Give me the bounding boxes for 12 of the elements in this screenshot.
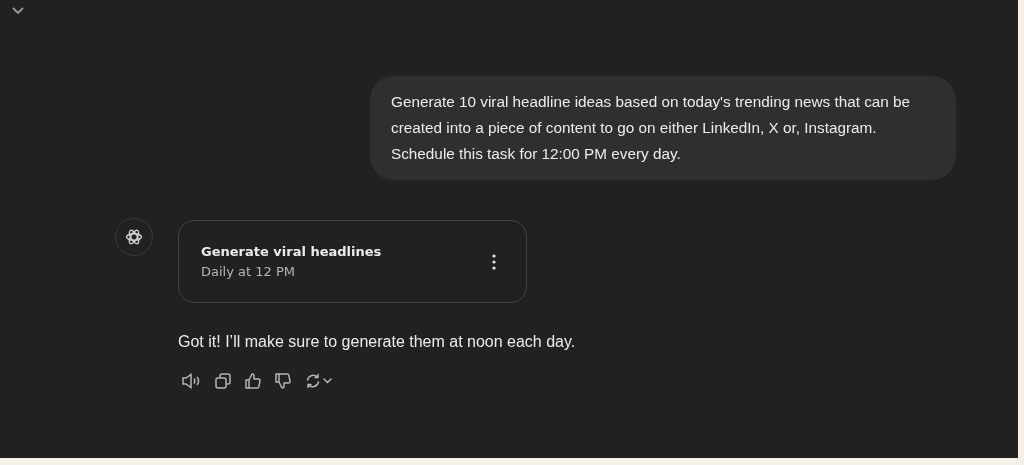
speaker-icon[interactable]	[181, 373, 201, 389]
more-options-icon[interactable]	[492, 253, 496, 270]
task-title: Generate viral headlines	[201, 244, 382, 259]
task-card[interactable]: Generate viral headlines Daily at 12 PM	[178, 220, 527, 303]
task-schedule: Daily at 12 PM	[201, 264, 296, 279]
regenerate-icon[interactable]	[305, 373, 333, 389]
thumbs-down-icon[interactable]	[275, 373, 291, 389]
chevron-down-icon[interactable]	[12, 7, 24, 15]
assistant-message: Got it! I’ll make sure to generate them at noon each day.	[178, 333, 576, 351]
thumbs-up-icon[interactable]	[245, 373, 261, 389]
user-message: Generate 10 viral headline ideas based on today's trending news that can be created into a piece of content to go on either LinkedIn, X or, Instagram. Schedule this task for 12:00 PM every day.	[370, 76, 956, 180]
copy-icon[interactable]	[215, 373, 231, 389]
